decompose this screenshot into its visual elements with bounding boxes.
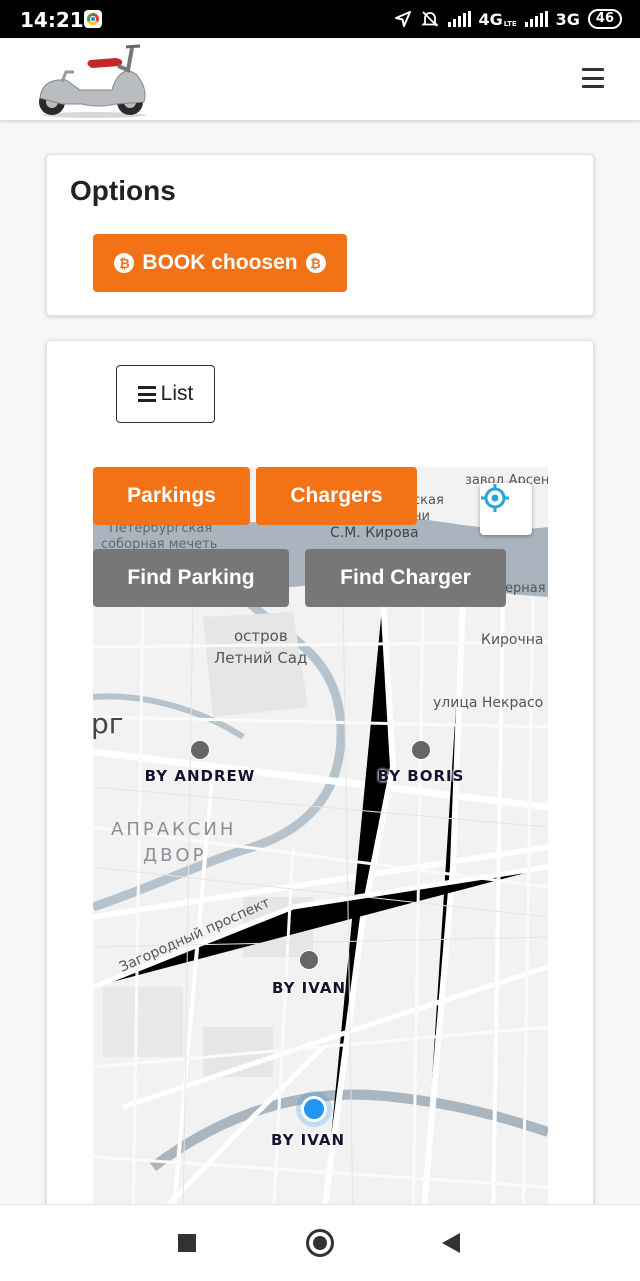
- map-label-apraksin-line1: АПРАКСИН: [111, 819, 237, 840]
- circle-home-icon[interactable]: [306, 1229, 334, 1257]
- status-time: 14:21: [20, 8, 84, 32]
- find-charger-button[interactable]: Find Charger: [305, 549, 506, 607]
- network-type-1: 4G: [478, 9, 503, 29]
- map-view[interactable]: завод Арсен ская ни С.М. Кирова Петербур…: [93, 467, 548, 1221]
- battery-icon: 46: [587, 9, 622, 29]
- network-type-2: 3G: [555, 9, 580, 29]
- parking-marker-ivan[interactable]: [299, 950, 319, 970]
- marker-label-andrew: BY ANDREW: [144, 767, 256, 785]
- bitcoin-icon: ₿: [114, 253, 135, 273]
- map-label-rg: рг: [93, 707, 124, 740]
- book-chosen-button[interactable]: ₿ BOOK choosen ₿: [93, 234, 347, 292]
- marker-label-ivan-2: BY IVAN: [270, 1131, 346, 1149]
- network-type-1-sub: LTE: [503, 20, 517, 28]
- scooter-logo[interactable]: [32, 42, 152, 118]
- triangle-back-icon[interactable]: [442, 1233, 460, 1253]
- chargers-button[interactable]: Chargers: [256, 467, 417, 525]
- find-charger-label: Find Charger: [340, 566, 471, 589]
- list-view-button[interactable]: List: [116, 365, 215, 423]
- options-title: Options: [70, 175, 176, 206]
- chargers-label: Chargers: [290, 484, 383, 507]
- status-bar: 14:21 4G LTE 3G 46: [0, 0, 640, 38]
- parking-marker-andrew[interactable]: [190, 740, 210, 760]
- map-label-akaya: ская: [413, 493, 444, 508]
- list-label: List: [160, 382, 194, 405]
- app-header: [0, 38, 640, 121]
- find-parking-button[interactable]: Find Parking: [93, 549, 289, 607]
- location-arrow-icon: [394, 11, 411, 27]
- user-location-marker[interactable]: [296, 1091, 332, 1127]
- map-card: List завод Арсен ская ни С.М. Кирова Пет…: [46, 340, 594, 1222]
- parking-marker-boris[interactable]: [411, 740, 431, 760]
- book-chosen-label: BOOK choosen: [142, 251, 298, 274]
- parkings-button[interactable]: Parkings: [93, 467, 250, 525]
- map-label-apraksin-line2: ДВОР: [143, 845, 207, 866]
- list-icon: [137, 386, 156, 402]
- marker-label-ivan: BY IVAN: [271, 979, 347, 997]
- signal-bars-icon-2: [524, 11, 548, 27]
- map-label-kirova: С.М. Кирова: [330, 525, 419, 541]
- square-recents-icon[interactable]: [178, 1234, 196, 1252]
- signal-bars-icon: [447, 11, 471, 27]
- status-icons: 4G LTE 3G 46: [394, 7, 622, 31]
- map-label-ernaya: ерная: [505, 581, 546, 596]
- find-parking-label: Find Parking: [127, 566, 255, 589]
- map-label-ostrov: остров: [234, 627, 288, 645]
- locate-me-button[interactable]: [480, 483, 532, 535]
- marker-label-boris: BY BORIS: [377, 767, 465, 785]
- crosshair-icon: [481, 484, 509, 512]
- chrome-icon: [84, 10, 102, 28]
- options-card: Options ₿ BOOK choosen ₿: [46, 154, 594, 316]
- muted-alarm-icon: [420, 11, 439, 27]
- hamburger-menu-icon[interactable]: [582, 68, 604, 88]
- system-nav-bar: [0, 1204, 640, 1281]
- map-label-kirochnaya: Кирочна: [481, 632, 544, 648]
- map-label-letniy-sad: Летний Сад: [214, 649, 308, 667]
- parkings-label: Parkings: [127, 484, 216, 507]
- map-label-nekrasova: улица Некрасо: [433, 695, 544, 711]
- bitcoin-icon: ₿: [305, 253, 326, 273]
